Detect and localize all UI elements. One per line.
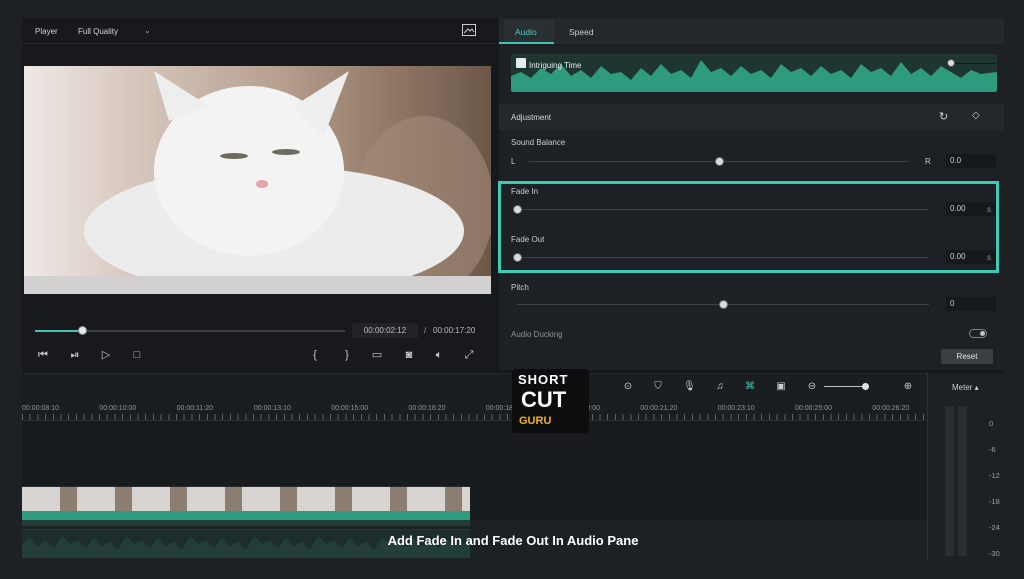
quality-select[interactable]: Full Quality	[78, 27, 118, 36]
player-title: Player	[35, 27, 58, 36]
seek-handle[interactable]	[77, 326, 87, 335]
previous-frame-icon[interactable]: ⏮	[36, 348, 50, 362]
cat-image	[24, 71, 491, 294]
display-icon[interactable]: ▭	[370, 348, 384, 362]
current-timecode: 00:00:02:12	[352, 323, 418, 338]
meter-bar-left	[945, 406, 954, 556]
meter-tick-label: -24	[989, 523, 1000, 532]
ruler-label: 00:00:21:20	[640, 405, 678, 412]
mark-out-icon[interactable]: }	[340, 348, 354, 362]
render-icon[interactable]: ⊙	[622, 381, 634, 393]
reset-rotate-icon[interactable]: ↻	[939, 110, 948, 123]
meter-tick-label: -12	[989, 471, 1000, 480]
volume-icon[interactable]: 🔈︎	[432, 348, 446, 362]
pitch-handle[interactable]	[719, 300, 728, 309]
seek-bar-progress	[35, 330, 82, 332]
clip-volume-line[interactable]	[951, 63, 995, 64]
video-preview	[24, 66, 491, 294]
adjustment-title: Adjustment	[511, 113, 552, 122]
waveform	[511, 60, 997, 92]
mark-in-icon[interactable]: {	[308, 348, 322, 362]
audio-meter-panel: Meter ▴ 0 -6 -12 -18 -24 -30	[927, 373, 1004, 560]
ruler-label: 00:00:10:00	[99, 405, 137, 412]
player-panel: Player Full Quality ⌄ 00:00:02:12 / 00:0…	[22, 18, 496, 370]
snapshot-image-icon[interactable]	[462, 24, 476, 36]
clip-volume-handle[interactable]	[947, 59, 955, 67]
meter-tick-label: -6	[989, 445, 996, 454]
player-header: Player Full Quality ⌄	[22, 18, 496, 44]
timecode-separator: /	[424, 326, 427, 335]
meter-title[interactable]: Meter ▴	[952, 383, 979, 392]
tab-bar: Audio Speed	[499, 18, 1004, 44]
snap-link-icon[interactable]: ⌘	[744, 381, 756, 393]
meter-bar-right	[958, 406, 967, 556]
meter-tick-label: -30	[989, 549, 1000, 558]
play-icon[interactable]: ▷	[99, 348, 113, 362]
logo-line-2: CUT	[521, 387, 567, 412]
audio-ducking-toggle[interactable]	[969, 329, 987, 338]
ruler-label: 00:00:13:10	[253, 405, 291, 412]
sound-balance-value[interactable]: 0.0	[946, 154, 996, 168]
microphone-icon[interactable]: 🎙︎	[683, 381, 696, 393]
fullscreen-icon[interactable]: ⤢	[462, 348, 476, 362]
zoom-out-icon[interactable]: ⊖	[806, 381, 818, 393]
zoom-in-icon[interactable]: ⊕	[902, 381, 914, 393]
balance-left-label: L	[511, 157, 516, 166]
marker-icon[interactable]: ⛉	[652, 381, 664, 393]
music-note-icon	[516, 58, 526, 68]
keyframe-diamond-icon[interactable]: ◇	[972, 110, 980, 121]
total-timecode: 00:00:17:20	[433, 326, 476, 335]
pitch-label: Pitch	[511, 283, 529, 292]
pitch-value[interactable]: 0	[946, 297, 996, 311]
stop-icon[interactable]: □	[130, 348, 144, 362]
sound-balance-handle[interactable]	[715, 157, 724, 166]
meter-tick-label: 0	[989, 419, 994, 428]
meter-tick-label: -18	[989, 497, 1000, 506]
tab-speed[interactable]: Speed	[569, 27, 594, 37]
ruler-label: 00:00:16:20	[408, 405, 446, 412]
subtitle-icon[interactable]: ▣	[775, 381, 787, 393]
ruler-label: 00:00:26:20	[872, 405, 910, 412]
editor-window: Player Full Quality ⌄ 00:00:02:12 / 00:0…	[22, 18, 1004, 560]
timeline-ruler[interactable]: 00:00:08:10 00:00:10:00 00:00:11:20 00:00:1…	[22, 401, 927, 421]
ruler-label: 00:00:08:10	[22, 405, 59, 412]
audio-track-icon[interactable]: ♫	[714, 381, 726, 393]
adjustment-header: Adjustment ↻ ◇	[499, 104, 1004, 130]
properties-panel: Audio Speed Intriguing Time Adjustment ↻…	[498, 18, 1004, 370]
video-clip[interactable]	[22, 486, 470, 511]
active-tab-underline	[499, 42, 554, 44]
ruler-label: 00:00:15:00	[331, 405, 369, 412]
logo-line-3: GURU	[519, 415, 552, 427]
sound-balance-label: Sound Balance	[511, 138, 566, 147]
ruler-label: 00:00:23:10	[717, 405, 755, 412]
logo-line-1: SHORT	[518, 372, 569, 387]
zoom-handle[interactable]	[862, 383, 869, 390]
chevron-down-icon[interactable]: ⌄	[144, 26, 151, 35]
balance-right-label: R	[925, 157, 931, 166]
audio-ducking-label: Audio Ducking	[511, 330, 563, 339]
shortcut-guru-logo: SHORT CUT GURU	[512, 369, 589, 433]
ruler-label: 00:00:11:20	[176, 405, 214, 412]
tab-audio[interactable]: Audio	[515, 27, 537, 37]
toggle-knob	[980, 331, 985, 336]
camera-icon[interactable]: ◙	[402, 348, 416, 362]
ruler-ticks	[22, 414, 927, 420]
ruler-label: 00:00:25:00	[795, 405, 832, 412]
play-step-icon[interactable]: ⏯	[68, 348, 82, 362]
audio-clip-name: Intriguing Time	[529, 61, 582, 70]
timeline-toolbar	[22, 373, 927, 401]
audio-waveform-clip[interactable]: Intriguing Time	[511, 54, 997, 92]
fade-highlight-box	[498, 181, 999, 273]
tutorial-caption: Add Fade In and Fade Out In Audio Pane	[387, 533, 639, 548]
reset-button[interactable]: Reset	[941, 349, 993, 364]
